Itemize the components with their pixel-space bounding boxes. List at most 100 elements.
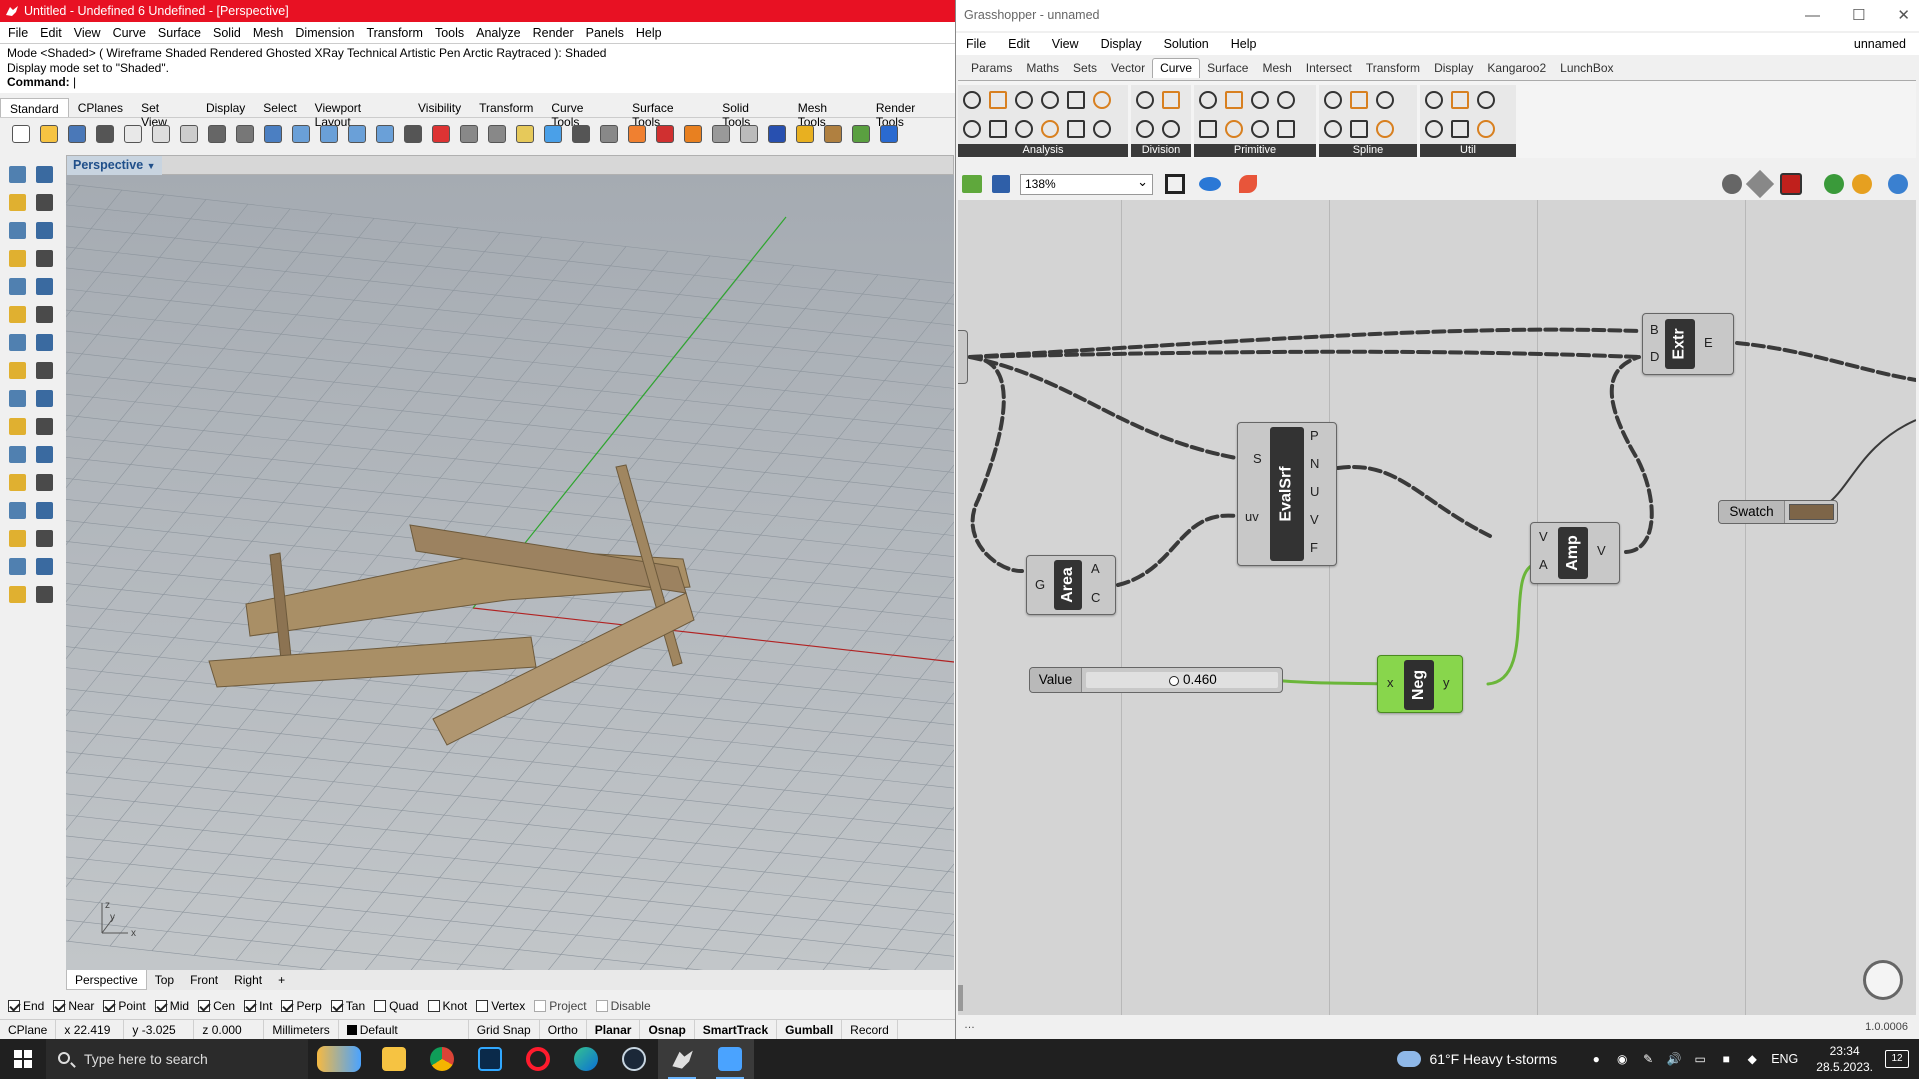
number-slider[interactable]: Value 0.460 <box>1029 667 1283 693</box>
gh-menu-item-view[interactable]: View <box>1052 37 1079 51</box>
zoom-dropdown[interactable]: 138% <box>1020 172 1153 195</box>
steam-icon[interactable] <box>610 1039 658 1079</box>
pen-tray-icon[interactable]: ✎ <box>1640 1051 1656 1067</box>
status-units[interactable]: Millimeters <box>264 1019 339 1040</box>
menu-item-file[interactable]: File <box>8 26 28 40</box>
area-input-g[interactable]: G <box>1035 577 1045 592</box>
menu-item-analyze[interactable]: Analyze <box>476 26 520 40</box>
volume-icon[interactable]: 🔊 <box>1666 1051 1682 1067</box>
menu-item-view[interactable]: View <box>74 26 101 40</box>
osnap-checkbox[interactable] <box>595 999 608 1012</box>
area-output-a[interactable]: A <box>1091 561 1100 576</box>
file-explorer-icon[interactable] <box>370 1039 418 1079</box>
grid-icon[interactable] <box>428 121 454 147</box>
line-tool-icon[interactable] <box>33 191 55 213</box>
toolbar-tab-select[interactable]: Select <box>254 98 305 117</box>
menu-item-edit[interactable]: Edit <box>40 26 62 40</box>
split-tool-icon[interactable] <box>33 499 55 521</box>
smarttrack-toggle[interactable]: SmartTrack <box>695 1019 778 1040</box>
primitive-component-icon[interactable] <box>1274 87 1298 113</box>
flag-icon[interactable] <box>792 121 818 147</box>
sphere-blue-icon[interactable] <box>736 121 762 147</box>
offscreen-component[interactable] <box>958 330 968 384</box>
grasshopper-app-icon[interactable] <box>706 1039 754 1079</box>
menu-item-curve[interactable]: Curve <box>113 26 146 40</box>
ortho-toggle[interactable]: Ortho <box>540 1019 587 1040</box>
osnap-near[interactable]: Near <box>53 999 94 1013</box>
gh-tab-sets[interactable]: Sets <box>1066 59 1104 78</box>
boolean-tool-icon[interactable] <box>6 387 28 409</box>
cylinder-tool-icon[interactable] <box>6 359 28 381</box>
display-sphere-icon[interactable] <box>1888 174 1908 194</box>
extrude-input-d[interactable]: D <box>1650 349 1659 364</box>
osnap-perp[interactable]: Perp <box>281 999 322 1013</box>
amp-input-v[interactable]: V <box>1539 529 1548 544</box>
network-icon[interactable]: ▭ <box>1692 1051 1708 1067</box>
osnap-checkbox[interactable] <box>103 999 116 1012</box>
menu-item-surface[interactable]: Surface <box>158 26 201 40</box>
osnap-checkbox[interactable] <box>244 999 257 1012</box>
area-component[interactable]: Area G A C <box>1026 555 1116 615</box>
offset-tool-icon[interactable] <box>33 471 55 493</box>
target-icon[interactable] <box>512 121 538 147</box>
evalsrf-output-p[interactable]: P <box>1310 428 1319 443</box>
circle-tool-icon[interactable] <box>6 219 28 241</box>
gh-menu-item-file[interactable]: File <box>966 37 986 51</box>
osnap-checkbox[interactable] <box>374 999 387 1012</box>
gh-tab-params[interactable]: Params <box>964 59 1019 78</box>
osnap-end[interactable]: End <box>8 999 44 1013</box>
new-file-icon[interactable] <box>8 121 34 147</box>
gh-menu-item-display[interactable]: Display <box>1101 37 1142 51</box>
bake-icon[interactable] <box>1824 174 1844 194</box>
amp-input-a[interactable]: A <box>1539 557 1548 572</box>
evaluate-surface-component[interactable]: EvalSrf S uv P N U V F <box>1237 422 1337 566</box>
osnap-point[interactable]: Point <box>103 999 146 1013</box>
command-input[interactable]: Command: | <box>0 75 955 91</box>
scale-tool-icon[interactable] <box>33 443 55 465</box>
spline-component-icon[interactable] <box>1347 116 1371 142</box>
neg-input-x[interactable]: x <box>1387 675 1394 690</box>
evalsrf-input-uv[interactable]: uv <box>1245 509 1259 524</box>
lightbulb-icon[interactable] <box>568 121 594 147</box>
slider-knob[interactable] <box>1169 676 1179 686</box>
extrude-input-b[interactable]: B <box>1650 322 1659 337</box>
timber-frame-model[interactable] <box>208 464 695 746</box>
move-tool-icon[interactable] <box>6 415 28 437</box>
evalsrf-output-v[interactable]: V <box>1310 512 1319 527</box>
paste-icon[interactable] <box>176 121 202 147</box>
sphere-icon[interactable] <box>680 121 706 147</box>
save-file-icon[interactable] <box>64 121 90 147</box>
minimize-icon[interactable]: — <box>1805 0 1820 31</box>
sphere-shaded-icon[interactable] <box>708 121 734 147</box>
osnap-checkbox[interactable] <box>198 999 211 1012</box>
toolbar-tab-display[interactable]: Display <box>197 98 254 117</box>
preview-shaded-icon[interactable] <box>1780 173 1802 195</box>
help-icon[interactable] <box>876 121 902 147</box>
pan-icon[interactable] <box>260 121 286 147</box>
analysis-component-icon[interactable] <box>1064 87 1088 113</box>
taskbar-search[interactable]: Type here to search <box>46 1039 308 1079</box>
swatch-color[interactable] <box>1789 504 1834 520</box>
extrude-tool-icon[interactable] <box>33 359 55 381</box>
explode-tool-icon[interactable] <box>33 527 55 549</box>
colour-swatch[interactable]: Swatch <box>1718 500 1838 524</box>
gh-menu-item-solution[interactable]: Solution <box>1164 37 1209 51</box>
start-button[interactable] <box>0 1039 46 1079</box>
ellipse-tool-icon[interactable] <box>6 275 28 297</box>
osnap-quad[interactable]: Quad <box>374 999 419 1013</box>
save-file-icon[interactable] <box>992 175 1010 193</box>
primitive-component-icon[interactable] <box>1274 116 1298 142</box>
zoom-extents-icon[interactable] <box>1165 174 1185 194</box>
maximize-icon[interactable]: ☐ <box>1852 0 1865 31</box>
steam-tray-icon[interactable]: ● <box>1588 1051 1604 1067</box>
language-indicator[interactable]: ENG <box>1771 1052 1798 1066</box>
point-tool-icon[interactable] <box>33 163 55 185</box>
osnap-checkbox[interactable] <box>8 999 20 1012</box>
menu-item-mesh[interactable]: Mesh <box>253 26 284 40</box>
menu-item-render[interactable]: Render <box>533 26 574 40</box>
gh-tab-intersect[interactable]: Intersect <box>1299 59 1359 78</box>
tree-icon[interactable] <box>848 121 874 147</box>
zoom-selected-icon[interactable] <box>400 121 426 147</box>
ribbon-group-label[interactable]: Spline <box>1319 144 1417 157</box>
osnap-vertex[interactable]: Vertex <box>476 999 525 1013</box>
